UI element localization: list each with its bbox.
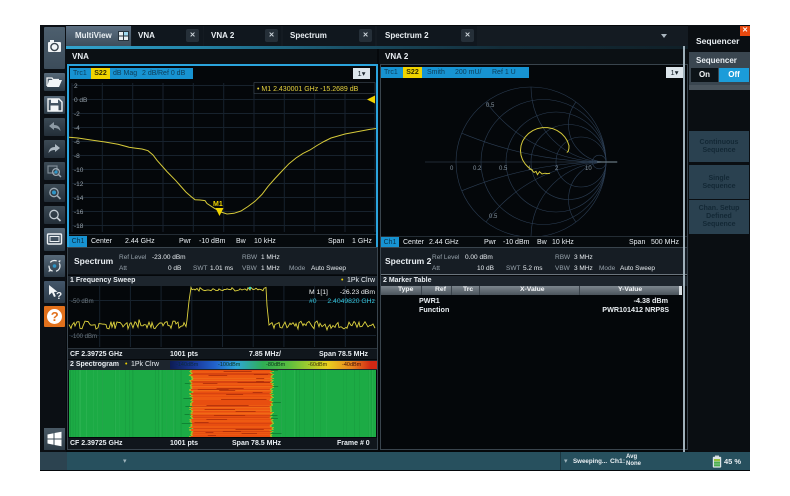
svg-text:-100 dBm: -100 dBm	[71, 334, 97, 340]
svg-text:-6: -6	[74, 139, 80, 146]
svg-text:-16: -16	[74, 209, 84, 216]
svg-text:-2: -2	[74, 111, 80, 118]
svg-text:0.5: 0.5	[486, 103, 495, 109]
svg-text:#0: #0	[309, 298, 317, 305]
svg-text:• M1 2.430001 GHz -15.2689: • M1 2.430001 GHz -15.2689 dB	[257, 86, 359, 93]
svg-text:0 dB: 0 dB	[74, 97, 87, 104]
svg-text:-10: -10	[74, 167, 84, 174]
svg-text:2: 2	[74, 83, 78, 90]
svg-text:0.5: 0.5	[489, 214, 498, 220]
svg-text:0: 0	[450, 166, 454, 172]
svg-text:-50 dBm: -50 dBm	[71, 299, 94, 305]
svg-text:-8: -8	[74, 153, 80, 160]
svg-text:-18: -18	[74, 223, 84, 230]
svg-text:2: 2	[555, 166, 559, 172]
svg-text:?: ?	[56, 291, 62, 302]
svg-text:-26.23 dBm: -26.23 dBm	[340, 289, 375, 296]
svg-text:M1: M1	[213, 201, 223, 208]
svg-text:?: ?	[51, 309, 59, 324]
svg-text:-14: -14	[74, 195, 84, 202]
svg-text:-4: -4	[74, 125, 80, 132]
svg-text:M 1[1]: M 1[1]	[309, 289, 328, 296]
svg-text:0.2: 0.2	[473, 166, 482, 172]
svg-text:0.5: 0.5	[499, 166, 508, 172]
svg-text:10: 10	[585, 166, 592, 172]
svg-text:-12: -12	[74, 181, 84, 188]
svg-text:2.4049820 GHz: 2.4049820 GHz	[327, 298, 375, 305]
